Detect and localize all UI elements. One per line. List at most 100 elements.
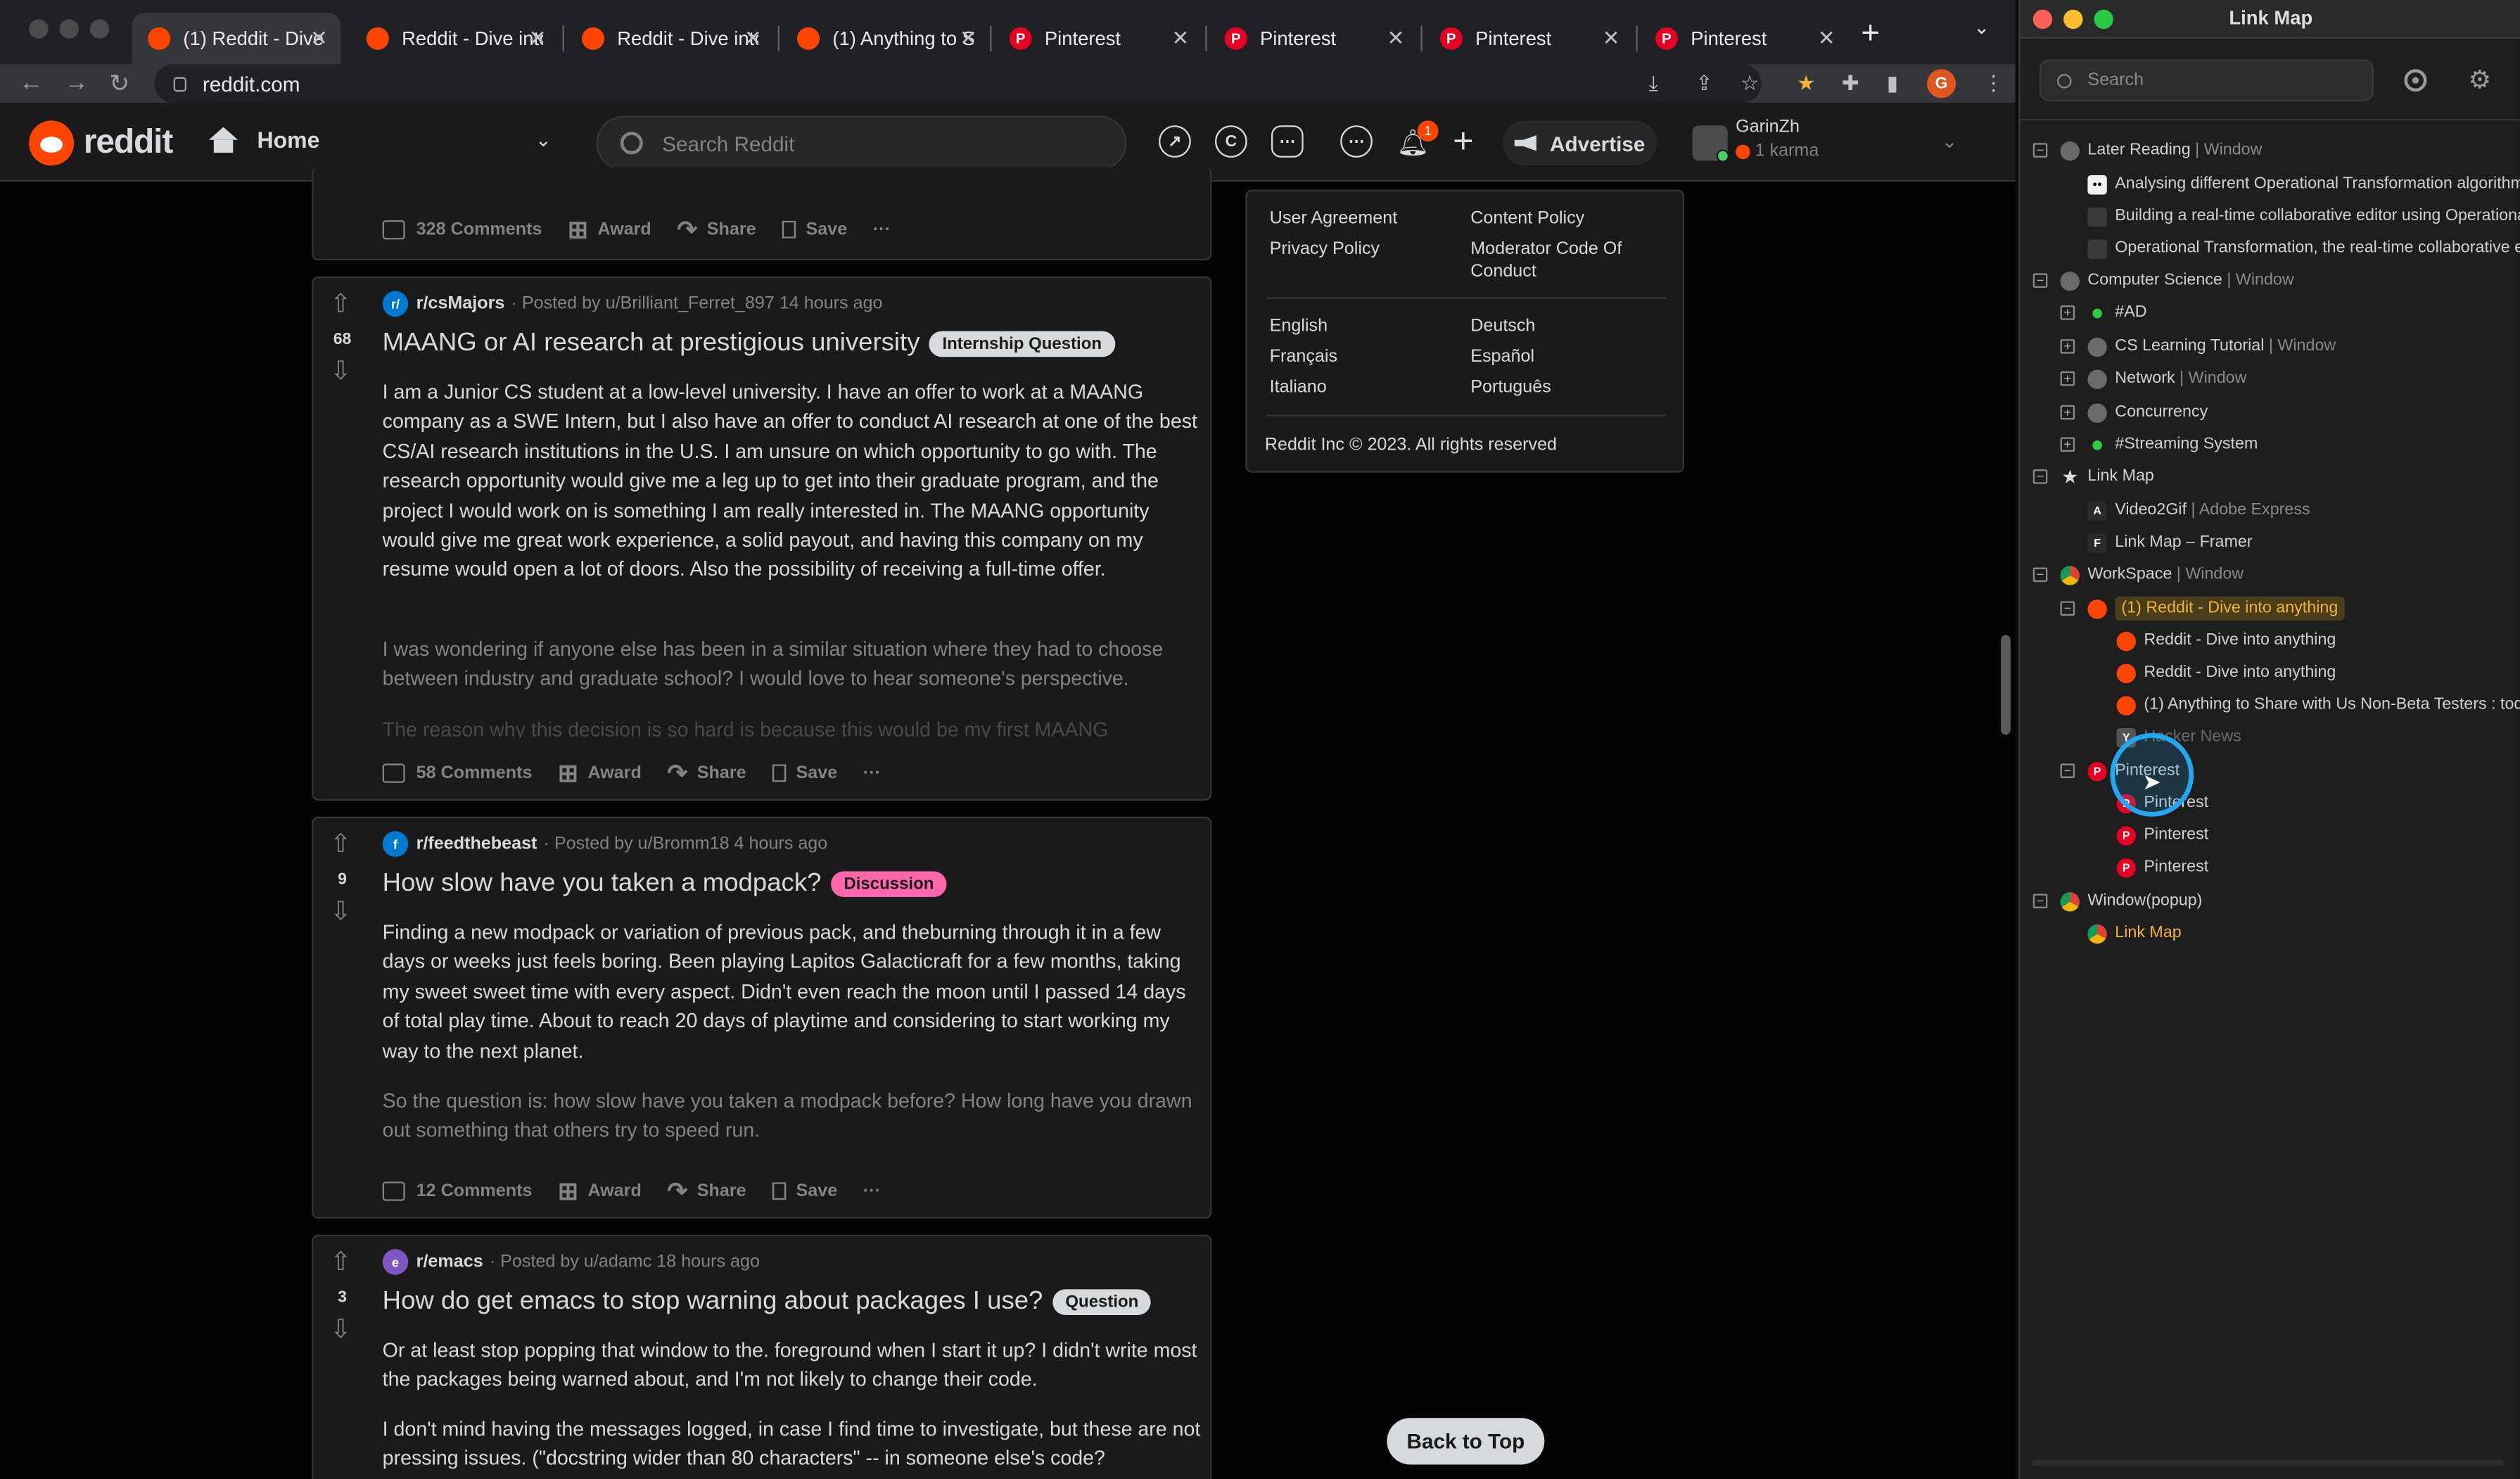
tab-close-icon[interactable]: ✕ <box>529 26 547 52</box>
side-panel-icon[interactable]: ▮ <box>1887 71 1898 97</box>
tab-search-chevron-icon[interactable]: ⌄ <box>1973 16 1990 39</box>
more-options-icon[interactable]: ··· <box>863 763 881 782</box>
user-agreement-link[interactable]: User Agreement <box>1270 208 1398 230</box>
expand-toggle-icon[interactable]: + <box>2060 339 2075 354</box>
link-map-search-input[interactable]: Search <box>2039 59 2374 101</box>
tab-close-icon[interactable]: ✕ <box>1387 26 1405 52</box>
save-button[interactable]: ⎕ Save <box>772 1178 837 1205</box>
browser-tab[interactable]: (1) Anything to Share with Us✕ <box>781 13 990 64</box>
post-title[interactable]: MAANG or AI research at prestigious univ… <box>383 329 1115 358</box>
tree-node[interactable]: − Computer Science | Window <box>2020 267 2519 296</box>
panel-horizontal-scrollbar[interactable] <box>2031 1459 2505 1466</box>
downvote-arrow-icon[interactable]: ⇩ <box>328 360 354 386</box>
tree-node[interactable]: Reddit - Dive into anything <box>2020 627 2519 656</box>
post-card-previous[interactable]: 328 Comments ⊞ Award ↷ Share ⎕ Save ··· <box>312 167 1212 261</box>
tree-node[interactable]: − P Pinterest <box>2020 757 2519 786</box>
reddit-wordmark[interactable]: reddit <box>84 124 174 163</box>
browser-tab[interactable]: P Pinterest ✕ <box>993 13 1202 64</box>
chat-bubble-icon[interactable]: ⋯ <box>1340 125 1373 158</box>
post-flair[interactable]: Question <box>1052 1289 1152 1315</box>
reddit-logo-icon[interactable] <box>29 120 75 166</box>
post-card[interactable]: ⇧ 3 ⇩ e r/emacs · Posted by u/adamc 18 h… <box>312 1234 1212 1479</box>
expand-toggle-icon[interactable]: + <box>2060 305 2075 320</box>
coins-icon[interactable]: C <box>1215 125 1247 158</box>
browser-tab[interactable]: Reddit - Dive into anything✕ <box>566 13 775 64</box>
language-espanol[interactable]: Español <box>1470 345 1534 368</box>
collapse-toggle-icon[interactable]: − <box>2060 601 2075 616</box>
comments-button[interactable]: 58 Comments <box>382 763 532 783</box>
username[interactable]: GarinZh <box>1736 118 1800 137</box>
award-button[interactable]: ⊞ Award <box>568 215 651 244</box>
tree-node[interactable]: P Pinterest <box>2020 853 2519 882</box>
browser-tab[interactable]: Reddit - Dive into anything✕ <box>350 13 559 64</box>
window-close-dot[interactable] <box>29 19 49 39</box>
reload-icon[interactable]: ↻ <box>109 69 129 99</box>
tree-node[interactable]: − (1) Reddit - Dive into anything <box>2020 595 2519 623</box>
collapse-toggle-icon[interactable]: − <box>2032 143 2048 158</box>
download-icon[interactable]: ⤓ <box>1649 71 1658 97</box>
language-english[interactable]: English <box>1270 315 1328 338</box>
window-minimize-dot[interactable] <box>59 19 79 39</box>
downvote-arrow-icon[interactable]: ⇩ <box>328 899 354 926</box>
moderator-code-link[interactable]: Moderator Code Of Conduct <box>1470 238 1663 283</box>
tree-node[interactable]: Building a real-time collaborative edito… <box>2020 203 2520 231</box>
browser-tab[interactable]: P Pinterest ✕ <box>1639 13 1848 64</box>
language-portugues[interactable]: Português <box>1470 376 1551 399</box>
post-title[interactable]: How do get emacs to stop warning about p… <box>383 1288 1152 1316</box>
award-button[interactable]: ⊞ Award <box>558 758 642 788</box>
collapse-toggle-icon[interactable]: − <box>2032 567 2048 583</box>
language-italiano[interactable]: Italiano <box>1270 376 1327 399</box>
tree-node[interactable]: + #AD <box>2020 299 2519 328</box>
tab-close-icon[interactable]: ✕ <box>960 26 977 52</box>
back-to-top-button[interactable]: Back to Top <box>1387 1418 1545 1465</box>
back-arrow-icon[interactable]: ← <box>19 69 43 96</box>
post-flair[interactable]: Internship Question <box>929 331 1115 357</box>
post-flair[interactable]: Discussion <box>831 871 947 897</box>
home-feed-selector[interactable]: Home <box>208 127 319 153</box>
browser-menu-icon[interactable]: ⋮ <box>1983 71 2004 97</box>
tree-node[interactable]: − WorkSpace | Window <box>2020 561 2519 590</box>
post-card[interactable]: ⇧ 68 ⇩ r/ r/csMajors · Posted by u/Brill… <box>312 276 1212 801</box>
extensions-puzzle-icon[interactable]: ✚ <box>1842 71 1859 97</box>
share-button[interactable]: ↷ Share <box>667 1176 746 1206</box>
reddit-search-input[interactable]: Search Reddit <box>596 115 1127 171</box>
downvote-arrow-icon[interactable]: ⇩ <box>328 1317 354 1345</box>
award-button[interactable]: ⊞ Award <box>558 1176 642 1206</box>
subreddit-link[interactable]: r/csMajors <box>416 294 505 313</box>
tab-close-icon[interactable]: ✕ <box>1603 26 1620 52</box>
save-button[interactable]: ⎕ Save <box>782 216 847 243</box>
comments-button[interactable]: 328 Comments <box>382 220 542 240</box>
tree-node[interactable]: + #Streaming System <box>2020 431 2519 459</box>
browser-tab[interactable]: (1) Reddit - Dive into anything✕ <box>132 13 341 65</box>
comments-button[interactable]: 12 Comments <box>382 1181 532 1201</box>
language-francais[interactable]: Français <box>1270 345 1337 368</box>
tree-node[interactable]: A Video2Gif | Adobe Express <box>2020 497 2519 526</box>
profile-avatar[interactable]: G <box>1926 69 1956 99</box>
community-chat-icon[interactable]: ⋯ <box>1271 125 1304 158</box>
privacy-policy-link[interactable]: Privacy Policy <box>1270 238 1380 260</box>
expand-toggle-icon[interactable]: + <box>2060 437 2075 452</box>
forward-arrow-icon[interactable]: → <box>64 69 88 96</box>
upvote-arrow-icon[interactable]: ⇧ <box>328 832 354 859</box>
create-post-plus-icon[interactable]: + <box>1453 120 1473 162</box>
address-bar[interactable]: reddit.com <box>154 64 1762 103</box>
upvote-arrow-icon[interactable]: ⇧ <box>328 292 354 319</box>
upvote-arrow-icon[interactable]: ⇧ <box>328 1250 354 1277</box>
posted-by[interactable]: · Posted by u/Brilliant_Ferret_897 14 ho… <box>511 294 883 313</box>
tree-node[interactable]: F Link Map – Framer <box>2020 529 2519 558</box>
page-scrollbar[interactable] <box>2001 635 2011 735</box>
collapse-toggle-icon[interactable]: − <box>2032 469 2048 484</box>
language-deutsch[interactable]: Deutsch <box>1470 315 1535 338</box>
browser-tab[interactable]: P Pinterest ✕ <box>1209 13 1418 64</box>
subreddit-link[interactable]: r/feedthebeast <box>416 834 537 853</box>
save-button[interactable]: ⎕ Save <box>772 760 837 787</box>
share-button[interactable]: ↷ Share <box>667 758 746 788</box>
tree-node[interactable]: + Concurrency <box>2020 399 2519 428</box>
tree-node[interactable]: ●● Analysing different Operational Transf… <box>2020 170 2520 199</box>
tree-node[interactable]: − Window(popup) <box>2020 887 2519 916</box>
tree-node[interactable]: + CS Learning Tutorial | Window <box>2020 333 2519 362</box>
tree-node[interactable]: Link Map <box>2020 920 2519 948</box>
bookmark-star-icon[interactable]: ☆ <box>1741 71 1759 97</box>
advertise-button[interactable]: Advertise <box>1502 120 1657 166</box>
popular-arrow-icon[interactable]: ↗ <box>1159 125 1191 158</box>
